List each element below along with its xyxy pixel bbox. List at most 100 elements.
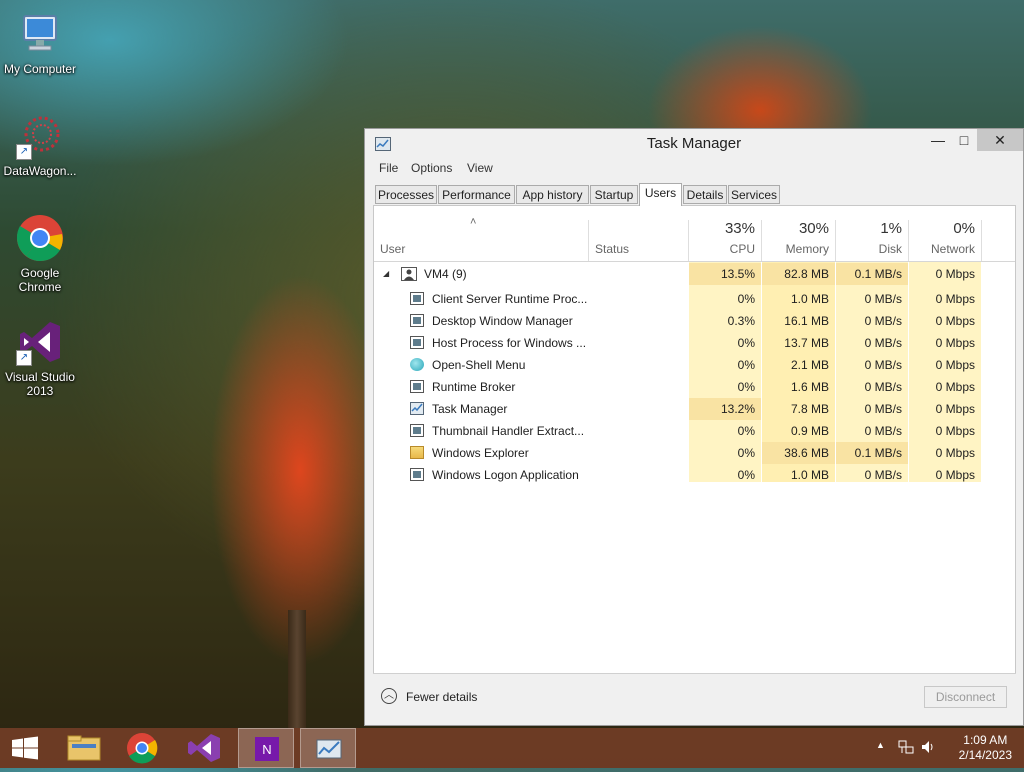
tab-details[interactable]: Details [683, 185, 727, 204]
cell-disk: 0 MB/s [864, 292, 902, 306]
shortcut-arrow-icon: ↗ [16, 350, 32, 366]
process-window-icon [410, 314, 424, 327]
cell-memory: 7.8 MB [790, 402, 829, 416]
tab-users[interactable]: Users [639, 183, 682, 206]
user-account-icon [401, 267, 417, 281]
process-window-icon [410, 380, 424, 393]
desktop-icon-datawagon[interactable]: ↗ DataWagon... [0, 112, 80, 178]
process-window-icon [410, 336, 424, 349]
tab-performance[interactable]: Performance [438, 185, 515, 204]
network-icon[interactable] [898, 739, 914, 758]
process-row[interactable]: Thumbnail Handler Extract... 0% 0.9 MB 0… [374, 420, 1015, 442]
process-name: Windows Explorer [432, 446, 529, 460]
menu-options[interactable]: Options [411, 161, 452, 175]
cell-memory: 1.0 MB [790, 292, 829, 306]
column-divider[interactable] [981, 220, 982, 262]
taskbar-chrome[interactable] [114, 728, 170, 768]
tab-services[interactable]: Services [728, 185, 780, 204]
process-row[interactable]: Host Process for Windows ... 0% 13.7 MB … [374, 332, 1015, 354]
tab-startup[interactable]: Startup [590, 185, 638, 204]
cell-disk: 0 MB/s [864, 380, 902, 394]
process-name: Open-Shell Menu [432, 358, 526, 372]
column-header-memory[interactable]: 30% Memory [762, 206, 835, 262]
cell-memory: 0.9 MB [790, 424, 829, 438]
process-row[interactable]: Task Manager 13.2% 7.8 MB 0 MB/s 0 Mbps [374, 398, 1015, 420]
column-header-disk[interactable]: 1% Disk [836, 206, 908, 262]
users-panel: ˄ User Status 33% CPU 30% Memory 1% Disk… [373, 205, 1016, 721]
process-row[interactable]: Client Server Runtime Proc... 0% 1.0 MB … [374, 288, 1015, 310]
clock-date: 2/14/2023 [958, 748, 1012, 762]
cell-memory: 1.0 MB [790, 468, 829, 482]
column-header-status[interactable]: Status [589, 206, 688, 262]
taskbar-visual-studio[interactable] [176, 728, 232, 768]
collapse-triangle-icon[interactable]: ◢ [383, 263, 389, 285]
cell-memory: 13.7 MB [784, 336, 829, 350]
process-name: Host Process for Windows ... [432, 336, 587, 350]
volume-icon[interactable] [920, 739, 936, 758]
cell-network: 0 Mbps [935, 402, 975, 416]
process-name: Client Server Runtime Proc... [432, 292, 588, 306]
process-window-icon [410, 424, 424, 437]
visual-studio-icon [188, 734, 220, 762]
desktop-icon-chrome[interactable]: Google Chrome [0, 214, 80, 294]
cell-network: 0 Mbps [935, 468, 975, 482]
column-header-user[interactable]: ˄ User [374, 206, 588, 262]
disk-total-percent: 1% [880, 220, 902, 237]
taskbar-onenote[interactable]: N [238, 728, 294, 768]
cell-cpu: 13.2% [689, 398, 761, 420]
computer-icon [16, 10, 64, 58]
process-name: Desktop Window Manager [432, 314, 573, 328]
cell-cpu: 0% [737, 292, 755, 306]
taskbar-task-manager[interactable] [300, 728, 356, 768]
clock-time: 1:09 AM [963, 733, 1008, 747]
menu-view[interactable]: View [467, 161, 493, 175]
process-row[interactable]: Open-Shell Menu 0% 2.1 MB 0 MB/s 0 Mbps [374, 354, 1015, 376]
cell-memory: 16.1 MB [784, 314, 829, 328]
minimize-button[interactable]: — [925, 129, 951, 151]
open-shell-icon [410, 358, 424, 371]
process-name: Thumbnail Handler Extract... [432, 424, 585, 438]
start-button[interactable] [0, 728, 56, 768]
disconnect-button[interactable]: Disconnect [924, 686, 1007, 708]
column-header-network[interactable]: 0% Network [909, 206, 981, 262]
process-row[interactable]: Windows Explorer 0% 38.6 MB 0.1 MB/s 0 M… [374, 442, 1015, 464]
cell-cpu: 0% [737, 336, 755, 350]
chevron-up-icon: ︿ [381, 688, 397, 704]
cell-disk: 0 MB/s [864, 358, 902, 372]
process-name: Windows Logon Application [432, 468, 579, 482]
process-row[interactable]: Windows Logon Application 0% 1.0 MB 0 MB… [374, 464, 1015, 486]
column-header-cpu[interactable]: 33% CPU [689, 206, 761, 262]
tab-processes[interactable]: Processes [375, 185, 437, 204]
process-name: Task Manager [432, 402, 508, 416]
maximize-button[interactable]: □ [951, 129, 977, 151]
svg-text:N: N [262, 742, 271, 757]
cell-cpu: 13.5% [689, 263, 761, 285]
cpu-total-percent: 33% [724, 220, 755, 237]
chrome-icon [16, 214, 64, 262]
title-bar[interactable]: Task Manager — □ ✕ [365, 129, 1023, 159]
menu-file[interactable]: File [379, 161, 398, 175]
process-row[interactable]: Desktop Window Manager 0.3% 16.1 MB 0 MB… [374, 310, 1015, 332]
tab-app-history[interactable]: App history [516, 185, 589, 204]
menu-bar: File Options View [365, 159, 1023, 179]
cell-network: 0 Mbps [935, 358, 975, 372]
show-hidden-icons-icon[interactable]: ▲ [876, 740, 885, 750]
onenote-icon: N [255, 737, 279, 761]
desktop-icon-visual-studio[interactable]: ↗ Visual Studio 2013 [0, 318, 80, 398]
close-button[interactable]: ✕ [977, 129, 1023, 151]
cell-memory: 38.6 MB [762, 442, 835, 464]
cell-memory: 1.6 MB [790, 380, 829, 394]
taskbar-file-explorer[interactable] [56, 728, 112, 768]
cell-cpu: 0.3% [727, 314, 755, 328]
footer-bar: ︿ Fewer details Disconnect [373, 673, 1016, 721]
cell-disk: 0 MB/s [864, 314, 902, 328]
cell-cpu: 0% [737, 424, 755, 438]
shortcut-arrow-icon: ↗ [16, 144, 32, 160]
cell-cpu: 0% [737, 468, 755, 482]
cell-network: 0 Mbps [935, 424, 975, 438]
cell-disk: 0 MB/s [864, 424, 902, 438]
clock[interactable]: 1:09 AM 2/14/2023 [959, 733, 1012, 763]
desktop-icon-my-computer[interactable]: My Computer [0, 10, 80, 76]
process-row[interactable]: Runtime Broker 0% 1.6 MB 0 MB/s 0 Mbps [374, 376, 1015, 398]
user-group-row[interactable]: ◢ VM4 (9) 13.5% 82.8 MB 0.1 MB/s 0 Mbps [374, 263, 1015, 285]
